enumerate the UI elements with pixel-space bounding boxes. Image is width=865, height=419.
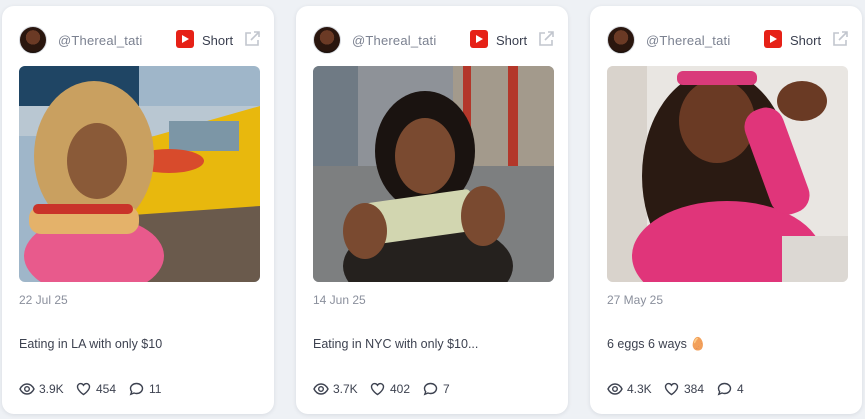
- comments-count: 11: [149, 382, 162, 396]
- comments-count: 7: [443, 382, 450, 396]
- external-link-icon[interactable]: [537, 30, 555, 48]
- likes-count: 454: [96, 382, 117, 396]
- youtube-icon: [764, 30, 782, 48]
- heart-icon: [76, 382, 91, 396]
- external-link-icon[interactable]: [831, 30, 849, 48]
- heart-icon: [664, 382, 679, 396]
- eye-icon: [313, 383, 329, 395]
- video-thumbnail[interactable]: [313, 66, 554, 282]
- card-header: @Thereal_tati Short: [313, 26, 554, 54]
- comments-count: 4: [737, 382, 744, 396]
- post-card[interactable]: @Thereal_tati Short 27 May 25 6 eggs 6 w…: [590, 6, 862, 414]
- avatar[interactable]: [19, 26, 47, 54]
- views-count: 3.7K: [333, 382, 358, 396]
- post-date: 27 May 25: [607, 293, 664, 307]
- youtube-icon: [470, 30, 488, 48]
- views-count: 3.9K: [39, 382, 64, 396]
- channel-handle[interactable]: @Thereal_tati: [58, 33, 142, 48]
- post-date: 14 Jun 25: [313, 293, 366, 307]
- likes-count: 384: [684, 382, 705, 396]
- card-header: @Thereal_tati Short: [607, 26, 848, 54]
- post-date: 22 Jul 25: [19, 293, 68, 307]
- post-title[interactable]: 6 eggs 6 ways 🥚: [607, 337, 706, 352]
- comment-icon: [129, 382, 144, 396]
- video-thumbnail[interactable]: [607, 66, 848, 282]
- avatar[interactable]: [313, 26, 341, 54]
- post-card[interactable]: @Thereal_tati Short 22 Jul 25 Eating in …: [2, 6, 274, 414]
- views-count: 4.3K: [627, 382, 652, 396]
- likes-count: 402: [390, 382, 411, 396]
- card-header: @Thereal_tati Short: [19, 26, 260, 54]
- avatar[interactable]: [607, 26, 635, 54]
- eye-icon: [19, 383, 35, 395]
- channel-handle[interactable]: @Thereal_tati: [352, 33, 436, 48]
- comment-icon: [423, 382, 438, 396]
- post-card[interactable]: @Thereal_tati Short 14 Jun 25 Eating in …: [296, 6, 568, 414]
- youtube-icon: [176, 30, 194, 48]
- eye-icon: [607, 383, 623, 395]
- comment-icon: [717, 382, 732, 396]
- post-title[interactable]: Eating in LA with only $10: [19, 337, 162, 351]
- post-type-label: Short: [202, 33, 234, 48]
- channel-handle[interactable]: @Thereal_tati: [646, 33, 730, 48]
- post-title[interactable]: Eating in NYC with only $10...: [313, 337, 478, 351]
- heart-icon: [370, 382, 385, 396]
- post-type-label: Short: [496, 33, 528, 48]
- external-link-icon[interactable]: [243, 30, 261, 48]
- video-thumbnail[interactable]: [19, 66, 260, 282]
- post-type-label: Short: [790, 33, 822, 48]
